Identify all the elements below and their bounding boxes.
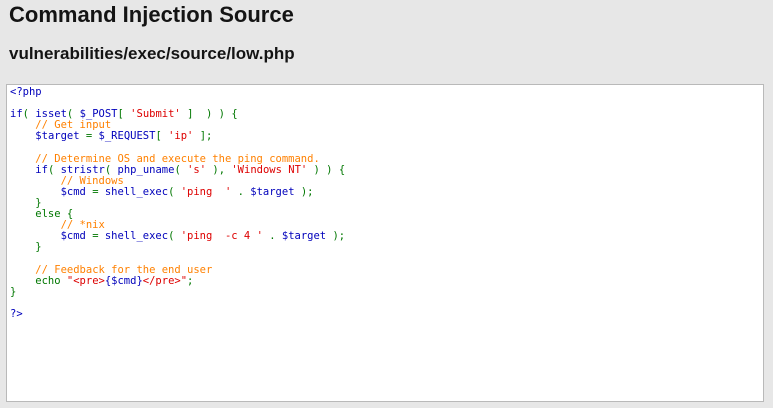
code-token: = — [85, 185, 105, 198]
page-title: Command Injection Source — [9, 2, 294, 27]
code-token: {$cmd} — [104, 274, 143, 287]
code-token: } — [10, 241, 42, 254]
code-token: 's' — [187, 163, 207, 176]
code-line: $cmd = shell_exec( 'ping -c 4 ' . $targe… — [10, 231, 763, 242]
code-token: ( — [174, 163, 188, 176]
page: Command Injection Source vulnerabilities… — [0, 0, 773, 408]
code-token: </pre>" — [142, 274, 188, 287]
code-token: ] ) ) { — [180, 108, 238, 121]
code-token: ); — [326, 230, 346, 243]
code-token: 'ip' — [168, 130, 194, 143]
code-token: $cmd — [60, 185, 86, 198]
code-token: ( — [168, 230, 181, 243]
code-token: = — [85, 230, 105, 243]
source-code-box: <?php if( isset( $_POST[ 'Submit' ] ) ) {… — [6, 84, 764, 402]
code-line: echo "<pre>{$cmd}</pre>"; — [10, 274, 763, 287]
code-token: $target — [250, 185, 295, 198]
code-token: echo — [10, 274, 67, 287]
code-token: <?php — [10, 86, 42, 98]
code-line: } — [10, 285, 763, 298]
code-token: ?> — [10, 307, 23, 320]
code-token: shell_exec — [104, 185, 169, 198]
code-token: ), — [206, 163, 232, 176]
code-token: shell_exec — [104, 230, 169, 243]
code-token: . — [231, 185, 251, 198]
code-token: = — [79, 130, 99, 143]
code-token: } — [10, 285, 17, 298]
code-token: $cmd — [60, 230, 86, 243]
code-token: 'ping -c 4 ' — [180, 230, 263, 243]
code-token: "<pre> — [66, 274, 105, 287]
code-token: $_REQUEST — [98, 130, 156, 143]
code-token: . — [262, 230, 282, 243]
code-token: ) ) { — [307, 163, 346, 176]
code-token: ]; — [193, 130, 213, 143]
code-token: 'Submit' — [130, 108, 181, 121]
code-token: ( — [168, 185, 181, 198]
code-token: [ — [155, 130, 169, 143]
source-file-path: vulnerabilities/exec/source/low.php — [9, 44, 295, 63]
code-line: $target = $_REQUEST[ 'ip' ]; — [10, 131, 763, 142]
code-line: else { — [10, 208, 763, 220]
source-code: <?php if( isset( $_POST[ 'Submit' ] ) ) {… — [7, 85, 763, 320]
code-token: $target — [281, 230, 327, 243]
code-token: $target — [35, 130, 80, 143]
code-line: <?php — [10, 86, 763, 98]
code-token: 'ping ' — [180, 185, 232, 198]
code-line: ?> — [10, 307, 763, 320]
code-token: ; — [187, 274, 194, 287]
code-line: } — [10, 197, 763, 209]
code-token: php_uname — [117, 163, 175, 176]
code-token: ); — [294, 185, 314, 198]
code-token: [ — [117, 108, 131, 121]
code-token: 'Windows NT' — [231, 163, 308, 176]
code-line: } — [10, 242, 763, 253]
code-line: if( isset( $_POST[ 'Submit' ] ) ) { — [10, 109, 763, 120]
code-line: $cmd = shell_exec( 'ping ' . $target ); — [10, 185, 763, 198]
